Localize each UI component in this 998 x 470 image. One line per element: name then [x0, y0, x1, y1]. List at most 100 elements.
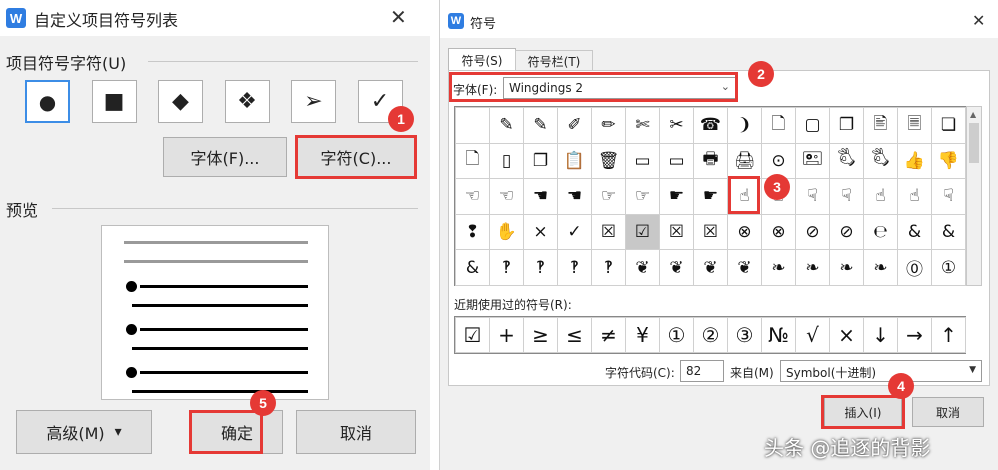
- symbol-cell[interactable]: ①: [931, 249, 966, 286]
- symbol-cell[interactable]: ‽: [557, 249, 592, 286]
- symbol-cell[interactable]: 🖶: [693, 142, 728, 180]
- symbol-cell[interactable]: ⊘: [795, 213, 830, 251]
- close-icon[interactable]: ✕: [390, 5, 407, 29]
- symbol-cell[interactable]: ✋: [489, 213, 524, 251]
- symbol-cell[interactable]: ⊗: [761, 213, 796, 251]
- symbol-cell[interactable]: ❦: [727, 249, 762, 286]
- symbol-cell[interactable]: ☞: [591, 178, 626, 215]
- symbol-cell[interactable]: 🖹: [863, 107, 898, 144]
- symbol-cell[interactable]: ☒: [591, 213, 626, 251]
- symbol-cell[interactable]: 🗏: [897, 107, 932, 144]
- symbol-cell[interactable]: 👎: [931, 142, 966, 180]
- symbol-cell[interactable]: ☟: [931, 178, 966, 215]
- symbol-cell[interactable]: ☛: [659, 178, 694, 215]
- symbol-cell[interactable]: ☚: [523, 178, 558, 215]
- symbol-cell[interactable]: 🗑: [591, 142, 626, 180]
- symbol-cell[interactable]: ❧: [863, 249, 898, 286]
- symbol-cell[interactable]: ☟: [829, 178, 864, 215]
- symbol-cell[interactable]: 🖏: [829, 142, 864, 180]
- symbol-cell[interactable]: ☒: [659, 213, 694, 251]
- symbol-cell[interactable]: ❢: [455, 213, 490, 251]
- recent-symbol-cell[interactable]: ①: [659, 317, 694, 353]
- symbol-cell[interactable]: ▭: [625, 142, 660, 180]
- symbol-cell[interactable]: &: [897, 213, 932, 251]
- bullet-option-1[interactable]: ●: [25, 80, 70, 123]
- recent-symbol-cell[interactable]: ≥: [523, 317, 558, 353]
- recent-symbol-cell[interactable]: ×: [829, 317, 864, 353]
- symbol-cell[interactable]: ⊘: [829, 213, 864, 251]
- recent-symbol-cell[interactable]: ②: [693, 317, 728, 353]
- close-icon[interactable]: ✕: [972, 11, 985, 30]
- tab-symbol-bar[interactable]: 符号栏(T): [515, 50, 593, 71]
- symbol-cell[interactable]: ❦: [693, 249, 728, 286]
- symbol-cell[interactable]: ☝: [897, 178, 932, 215]
- symbol-cell[interactable]: 🖭: [795, 142, 830, 180]
- symbol-cell[interactable]: ❏: [931, 107, 966, 144]
- scrollbar-up-icon[interactable]: ▲: [970, 110, 976, 119]
- symbol-cell[interactable]: 📋: [557, 142, 592, 180]
- symbol-cell[interactable]: ☟: [795, 178, 830, 215]
- symbol-cell[interactable]: ☜: [489, 178, 524, 215]
- recent-symbol-cell[interactable]: ☑: [455, 317, 490, 353]
- symbol-cell[interactable]: ✄: [625, 107, 660, 144]
- symbol-cell[interactable]: ℮: [863, 213, 898, 251]
- recent-symbol-cell[interactable]: ↑: [931, 317, 966, 353]
- code-input[interactable]: 82: [680, 360, 724, 382]
- symbol-cell[interactable]: ☒: [693, 213, 728, 251]
- recent-symbol-cell[interactable]: ¥: [625, 317, 660, 353]
- symbol-cell[interactable]: ✂: [659, 107, 694, 144]
- symbol-cell[interactable]: ‽: [523, 249, 558, 286]
- symbol-cell[interactable]: 🖨: [727, 142, 762, 180]
- symbol-cell[interactable]: ▭: [659, 142, 694, 180]
- symbol-cell[interactable]: ☜: [455, 178, 490, 215]
- scrollbar-thumb[interactable]: [969, 123, 979, 163]
- symbol-cell[interactable]: [455, 107, 490, 144]
- recent-symbol-cell[interactable]: √: [795, 317, 830, 353]
- symbol-cell[interactable]: 🗋: [455, 142, 490, 180]
- symbol-cell[interactable]: ‽: [489, 249, 524, 286]
- symbol-cell[interactable]: ✏: [591, 107, 626, 144]
- symbol-cell[interactable]: ✓: [557, 213, 592, 251]
- recent-symbol-cell[interactable]: →: [897, 317, 932, 353]
- symbol-cell[interactable]: ‽: [591, 249, 626, 286]
- recent-symbol-cell[interactable]: ↓: [863, 317, 898, 353]
- recent-symbol-cell[interactable]: +: [489, 317, 524, 353]
- font-button[interactable]: 字体(F)...: [163, 137, 287, 177]
- symbol-cell[interactable]: &: [931, 213, 966, 251]
- symbol-cell[interactable]: ☛: [693, 178, 728, 215]
- symbol-cell[interactable]: ×: [523, 213, 558, 251]
- right-cancel-button[interactable]: 取消: [912, 397, 984, 427]
- recent-symbol-cell[interactable]: ≤: [557, 317, 592, 353]
- symbol-cell[interactable]: ✐: [557, 107, 592, 144]
- symbol-cell[interactable]: ❩: [727, 107, 762, 144]
- symbol-cell[interactable]: &: [455, 249, 490, 286]
- bullet-option-5[interactable]: ➢: [291, 80, 336, 123]
- symbol-cell[interactable]: ✎: [523, 107, 558, 144]
- tab-symbols[interactable]: 符号(S): [448, 48, 516, 71]
- from-select[interactable]: Symbol(十进制) ▼: [780, 360, 982, 382]
- symbol-cell[interactable]: ❧: [829, 249, 864, 286]
- bullet-option-3[interactable]: ◆: [158, 80, 203, 123]
- recent-symbol-cell[interactable]: №: [761, 317, 796, 353]
- left-cancel-button[interactable]: 取消: [296, 410, 416, 454]
- symbol-cell[interactable]: ▢: [795, 107, 830, 144]
- symbol-cell[interactable]: ☎: [693, 107, 728, 144]
- symbol-cell[interactable]: ❐: [829, 107, 864, 144]
- grid-scrollbar[interactable]: ▲: [966, 106, 982, 286]
- symbol-cell[interactable]: ❦: [659, 249, 694, 286]
- symbol-cell[interactable]: ☞: [625, 178, 660, 215]
- symbol-cell[interactable]: ☑: [625, 213, 660, 251]
- symbol-cell[interactable]: 👍: [897, 142, 932, 180]
- bullet-option-4[interactable]: ❖: [224, 80, 270, 123]
- symbol-cell[interactable]: ❐: [523, 142, 558, 180]
- recent-symbol-cell[interactable]: ③: [727, 317, 762, 353]
- symbol-cell[interactable]: 🖏: [863, 142, 898, 180]
- symbol-cell[interactable]: ❦: [625, 249, 660, 286]
- symbol-cell[interactable]: ☚: [557, 178, 592, 215]
- symbol-cell[interactable]: 🗋: [761, 107, 796, 144]
- symbol-cell[interactable]: ⊗: [727, 213, 762, 251]
- advanced-button[interactable]: 高级(M) ▾: [16, 410, 152, 454]
- symbol-cell[interactable]: ☝: [863, 178, 898, 215]
- symbol-cell[interactable]: ✎: [489, 107, 524, 144]
- bullet-option-2[interactable]: ■: [91, 80, 137, 123]
